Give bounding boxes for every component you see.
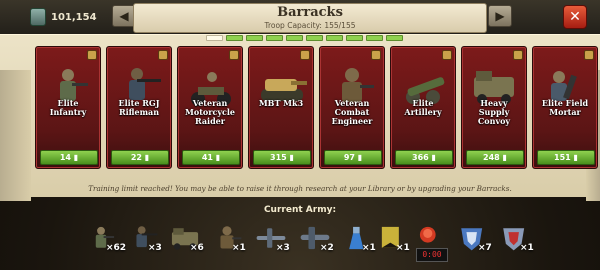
unit-cost-button[interactable]: 151 ▮ [537,150,595,165]
troop-icon: ▮ [215,153,221,162]
next-building-button[interactable]: ▶ [488,5,512,27]
unit-name: Elite Artillery [404,98,442,117]
page-indicator [206,35,403,41]
unit-card[interactable]: Elite Artillery 366 ▮ [390,46,456,169]
unit-name: Veteran Motorcycle Raider [185,98,235,126]
page-dot[interactable] [206,35,223,41]
unit-cost: 22 [130,153,142,162]
unit-cost: 41 [201,153,213,162]
unit-name: MBT Mk3 [258,98,304,108]
lock-icon [300,50,310,60]
close-icon: ✕ [569,9,581,25]
unit-cost-button[interactable]: 315 ▮ [253,150,311,165]
army-slot[interactable]: ×3 [254,216,298,264]
lock-icon [584,50,594,60]
lock-icon [87,50,97,60]
army-count: ×3 [276,243,290,253]
unit-cost: 315 [270,153,287,162]
unit-card[interactable]: Elite RGJ Rifleman 22 ▮ [106,46,172,169]
unit-name: Elite RGJ Rifleman [118,98,160,117]
army-slot[interactable]: ×7 [456,216,500,264]
unit-cost-button[interactable]: 248 ▮ [466,150,524,165]
close-button[interactable]: ✕ [563,5,587,29]
lock-icon [371,50,381,60]
army-count: ×6 [190,243,204,253]
unit-cost: 366 [412,153,429,162]
army-slot[interactable]: ×62 [84,216,128,264]
lock-icon [442,50,452,60]
title-plate: Barracks Troop Capacity: 155/155 [133,3,487,33]
army-count: ×2 [320,243,334,253]
army-slot[interactable]: ×1 [498,216,542,264]
unit-card[interactable]: Elite Infantry 14 ▮ [35,46,101,169]
unit-cost: 97 [343,153,355,162]
troop-icon: ▮ [502,153,507,162]
page-dot[interactable] [386,35,403,41]
unit-name: Elite Infantry [49,98,87,117]
army-slot[interactable]: 0:00 [416,216,460,264]
current-army-bar: ×62 ×3 ×6 ×1 ×3 ×2 ×1 ×1 0:00 ×7 ×1 [84,216,600,266]
troop-icon: ▮ [357,153,363,162]
page-dot[interactable] [326,35,343,41]
resource-counter: 101,154 [30,8,97,26]
unit-cost-button[interactable]: 22 ▮ [111,150,169,165]
unit-card[interactable]: MBT Mk3 315 ▮ [248,46,314,169]
unit-cost-button[interactable]: 97 ▮ [324,150,382,165]
army-slot[interactable]: ×3 [126,216,170,264]
page-dot[interactable] [346,35,363,41]
army-slot[interactable]: ×1 [374,216,418,264]
page-dot[interactable] [286,35,303,41]
arrow-left-icon: ◀ [119,9,129,23]
lock-icon [229,50,239,60]
top-bar: 101,154 ◀ Barracks Troop Capacity: 155/1… [0,0,600,35]
page-title: Barracks [277,5,343,20]
page-dot[interactable] [306,35,323,41]
unit-name: Elite Field Mortar [541,98,589,117]
army-slot[interactable]: ×6 [168,216,212,264]
troop-stack-icon [30,8,46,26]
troop-icon: ▮ [144,153,150,162]
arrow-right-icon: ▶ [495,9,505,23]
unit-cost-button[interactable]: 366 ▮ [395,150,453,165]
page-dot[interactable] [226,35,243,41]
troop-capacity: Troop Capacity: 155/155 [264,21,356,30]
page-dot[interactable] [266,35,283,41]
army-count: ×1 [396,243,410,253]
army-title: Current Army: [263,205,337,215]
unit-card[interactable]: Heavy Supply Convoy 248 ▮ [461,46,527,169]
unit-cost: 248 [483,153,500,162]
scroll-left-gutter [0,70,31,201]
unit-cost: 14 [59,153,71,162]
unit-cost: 151 [554,153,571,162]
troop-icon: ▮ [73,153,79,162]
unit-name: Veteran Combat Engineer [331,98,373,126]
army-slot[interactable]: ×2 [298,216,342,264]
page-dot[interactable] [366,35,383,41]
troop-icon: ▮ [289,153,294,162]
timer-display: 0:00 [416,248,448,262]
troop-icon: ▮ [573,153,578,162]
troop-icon: ▮ [431,153,436,162]
unit-card-row: Elite Infantry 14 ▮ Elite RGJ Rifleman 22 ▮… [35,46,600,169]
army-count: ×62 [106,243,127,253]
page-dot[interactable] [246,35,263,41]
unit-card[interactable]: Elite Field Mortar 151 ▮ [532,46,598,169]
army-count: ×1 [232,243,246,253]
lock-icon [513,50,523,60]
army-count: ×7 [478,243,492,253]
army-count: ×1 [520,243,534,253]
army-slot[interactable]: ×1 [210,216,254,264]
unit-card[interactable]: Veteran Combat Engineer 97 ▮ [319,46,385,169]
training-limit-notice: Training limit reached! You may be able … [88,184,512,193]
lock-icon [158,50,168,60]
unit-card[interactable]: Veteran Motorcycle Raider 41 ▮ [177,46,243,169]
army-count: ×3 [148,243,162,253]
unit-cost-button[interactable]: 14 ▮ [40,150,98,165]
resource-value: 101,154 [51,11,97,23]
unit-cost-button[interactable]: 41 ▮ [182,150,240,165]
unit-name: Heavy Supply Convoy [477,98,511,126]
